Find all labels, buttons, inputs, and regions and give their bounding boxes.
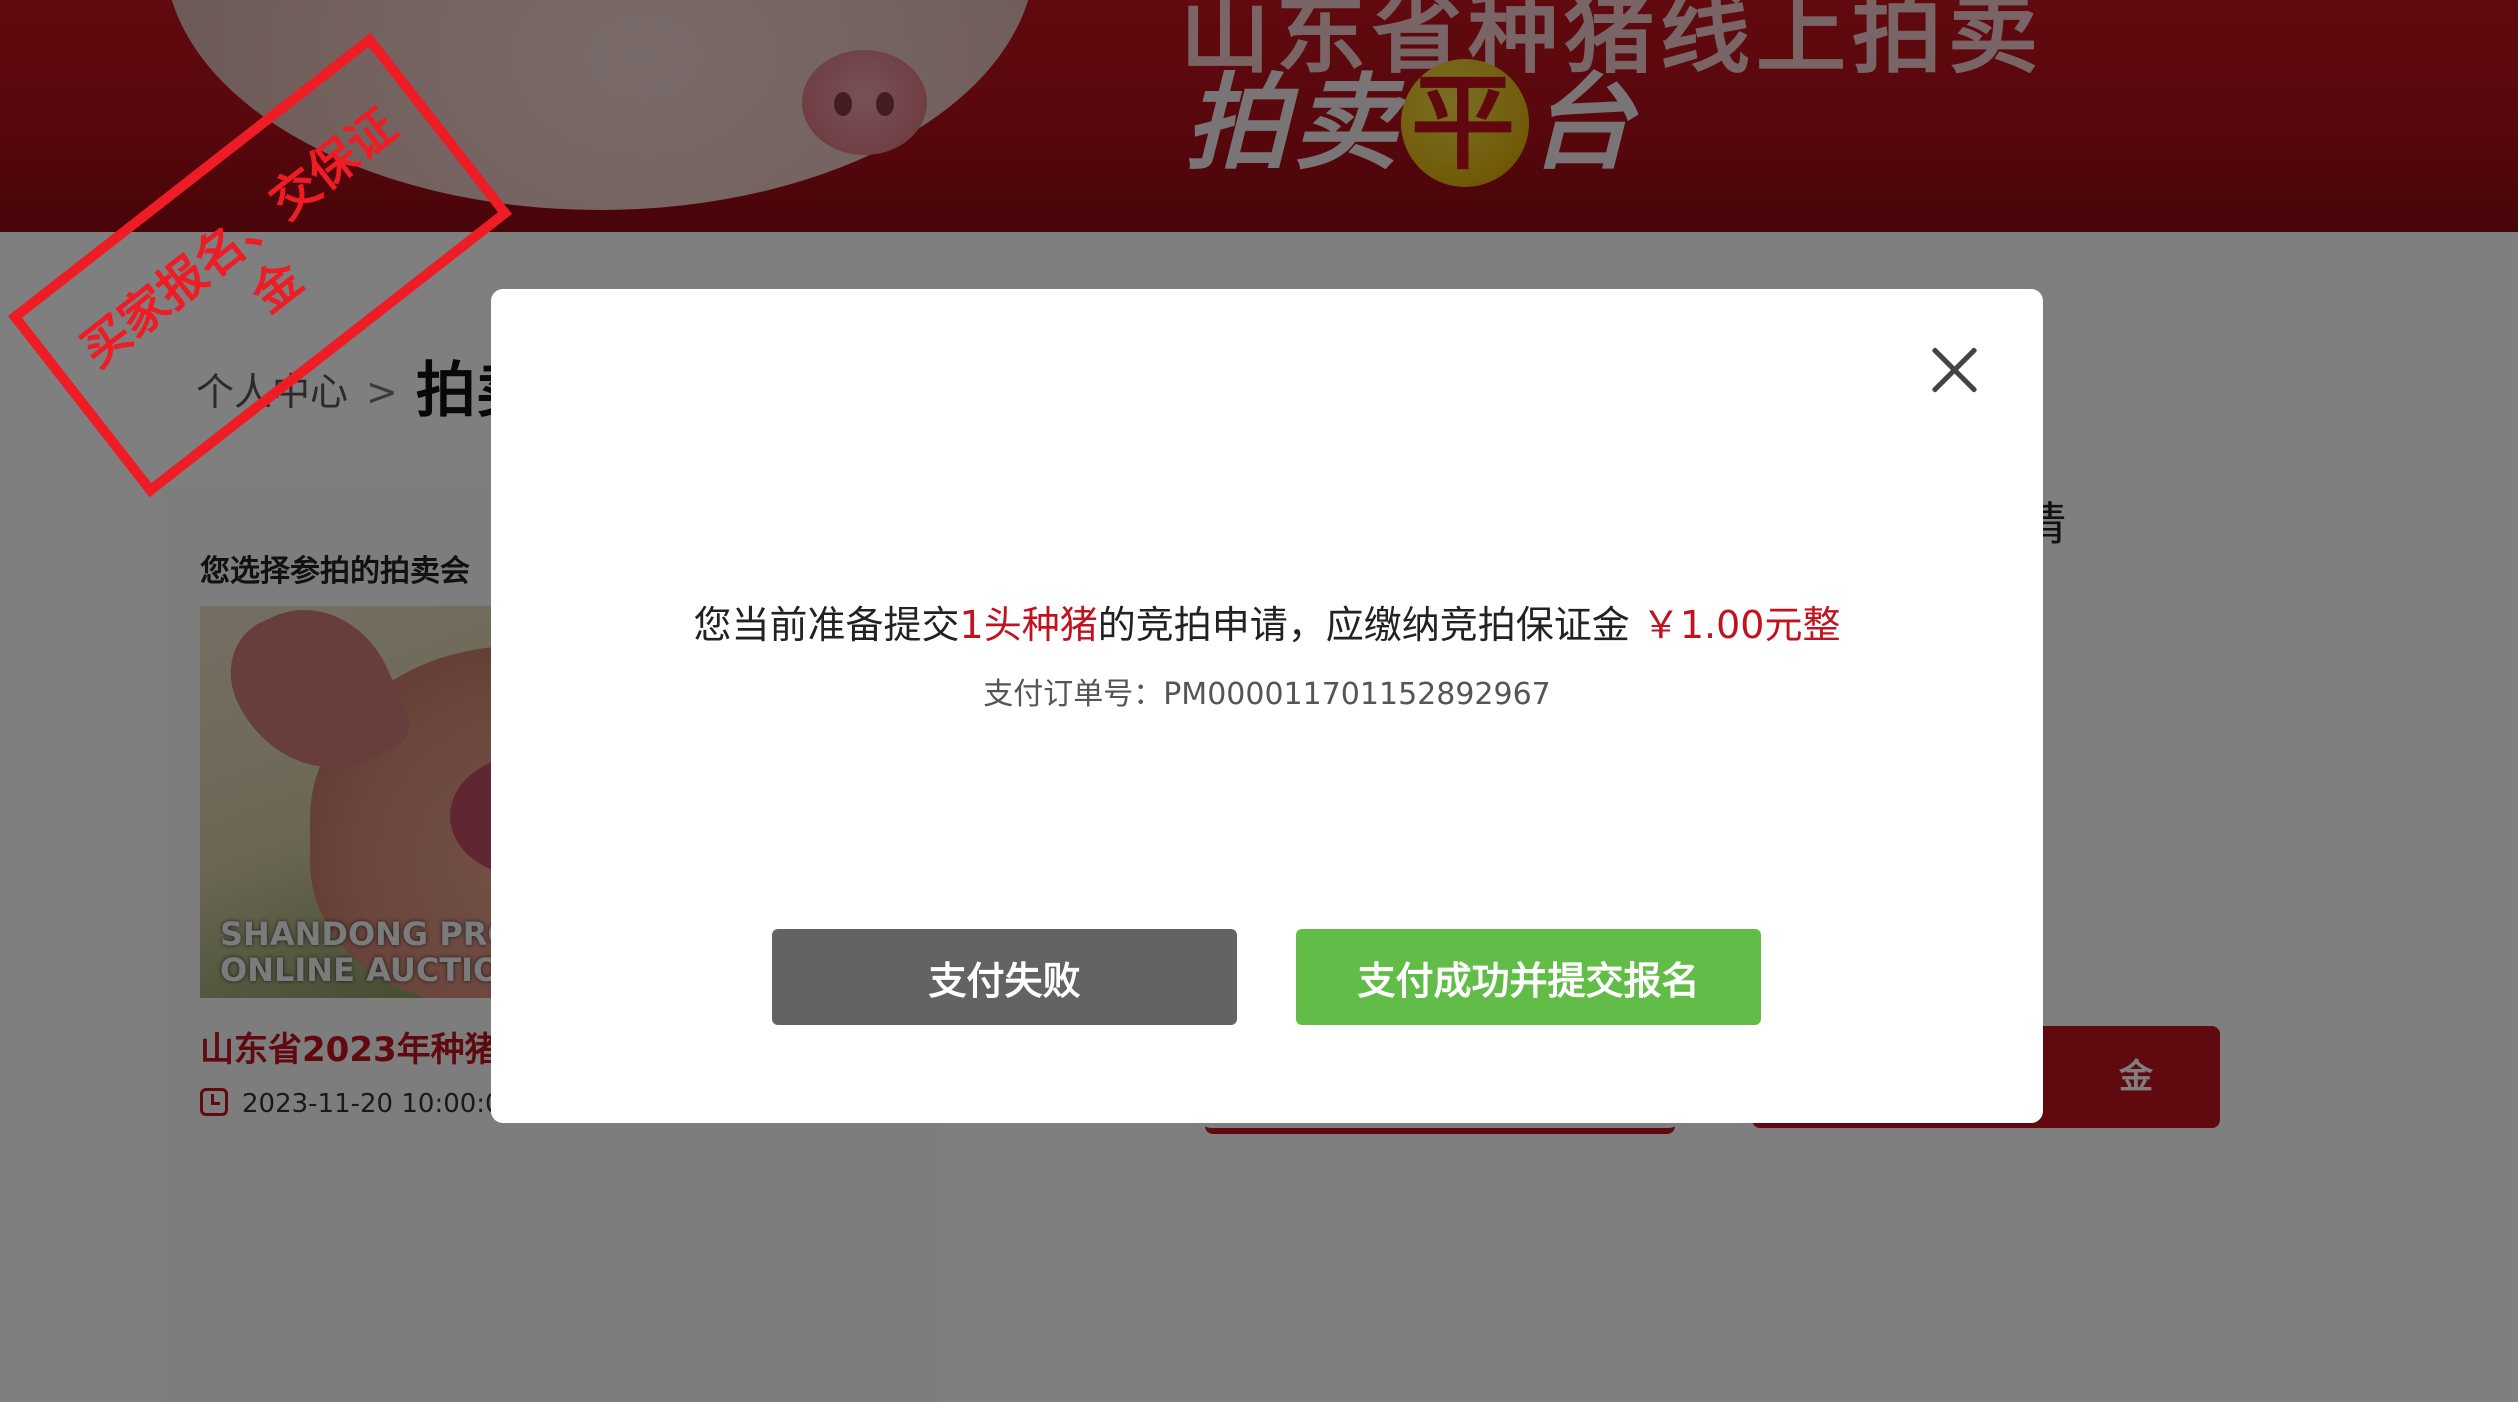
order-number: 支付订单号：PM000011701152892967 xyxy=(983,677,1551,712)
deposit-amount: ￥1.00元整 xyxy=(1641,603,1841,647)
deposit-message: 您当前准备提交1头种猪的竞拍申请，应缴纳竞拍保证金 ￥1.00元整 xyxy=(693,603,1841,647)
close-icon[interactable] xyxy=(1928,344,1980,396)
payment-success-submit-button[interactable]: 支付成功并提交报名 xyxy=(1296,929,1761,1025)
payment-failed-button[interactable]: 支付失败 xyxy=(772,929,1237,1025)
pig-count: 1头种猪 xyxy=(959,603,1098,647)
payment-dialog: 您当前准备提交1头种猪的竞拍申请，应缴纳竞拍保证金 ￥1.00元整 支付订单号：… xyxy=(491,289,2043,1123)
